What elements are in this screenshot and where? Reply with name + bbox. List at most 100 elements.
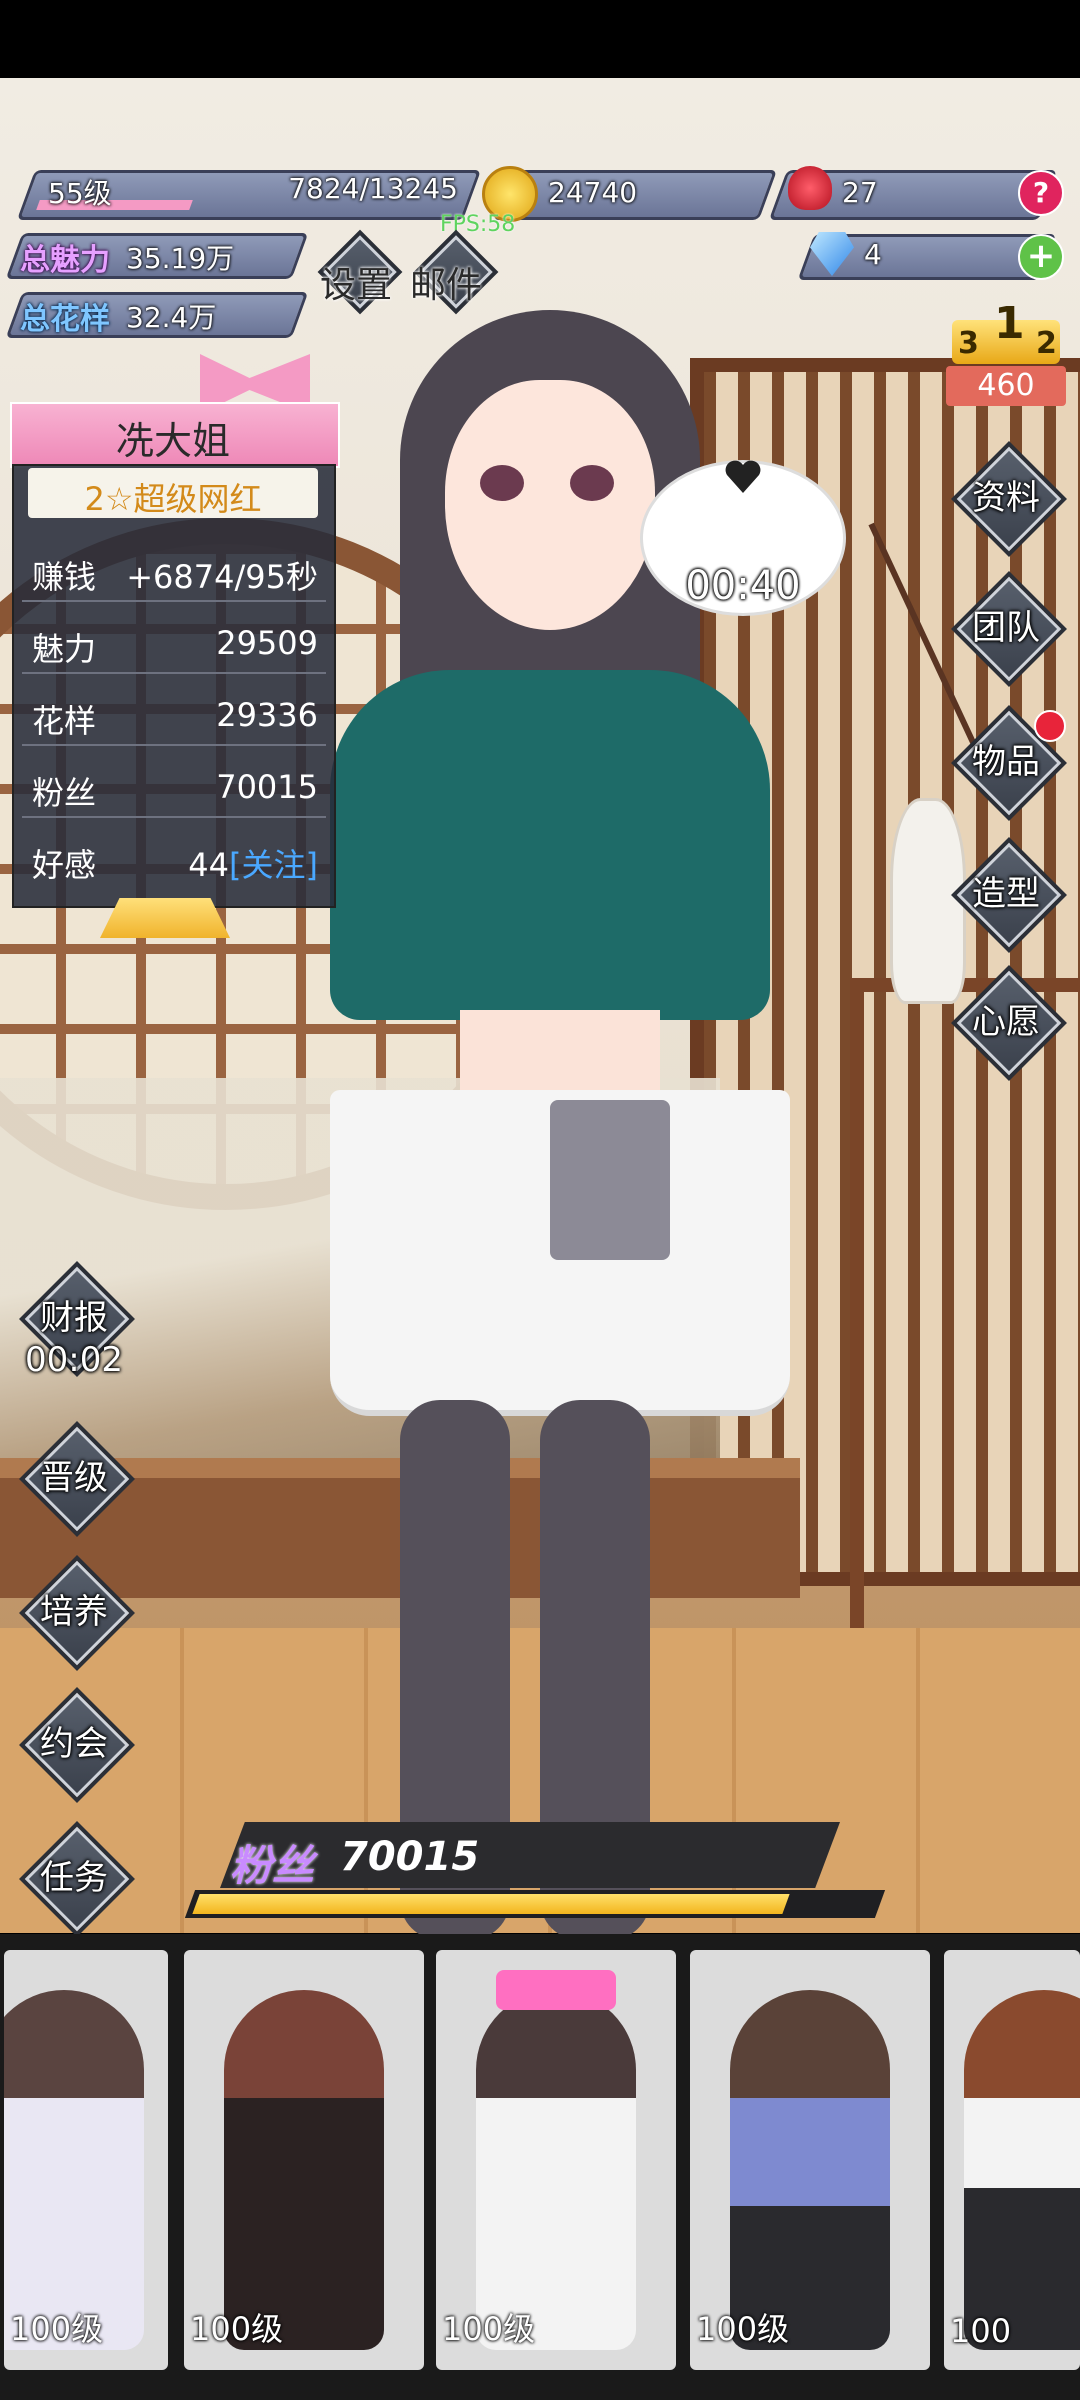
menu-train-label: 培养 xyxy=(40,1592,108,1632)
menu-task-label: 任务 xyxy=(40,1858,108,1898)
roster-level: 100级 xyxy=(442,2310,536,2348)
help-icon[interactable]: ? xyxy=(1018,170,1064,216)
stat-key: 花样 xyxy=(32,702,97,740)
roster-portrait xyxy=(4,1990,144,2350)
follow-link[interactable]: [关注] xyxy=(229,846,318,884)
stat-key: 赚钱 xyxy=(32,558,97,596)
stat-row-affection: 好感 44[关注] xyxy=(22,828,326,888)
roster-card[interactable]: 100级 xyxy=(436,1950,676,2370)
menu-team-button[interactable]: 团队 xyxy=(930,570,1080,687)
stat-value: 70015 xyxy=(216,768,318,806)
roster-portrait xyxy=(476,1990,636,2350)
pattern-label: 总花样 xyxy=(20,302,110,337)
roster-level: 100级 xyxy=(10,2310,104,2348)
stat-key: 粉丝 xyxy=(32,774,97,812)
fans-value: 70015 xyxy=(340,1834,480,1880)
thought-bubble[interactable]: 00:40 xyxy=(640,460,846,616)
stat-value-affection: 44[关注] xyxy=(188,840,318,886)
podium-second: 2 xyxy=(1036,326,1057,361)
menu-task-button[interactable]: 任务 xyxy=(0,1820,150,1937)
menu-promote-label: 晋级 xyxy=(40,1458,108,1498)
pattern-stat: 总花样 32.4万 xyxy=(5,292,309,338)
character-stats-panel: 2☆超级网红 赚钱 +6874/95秒 魅力 29509 花样 29336 粉丝… xyxy=(12,464,336,908)
character-bag xyxy=(550,1100,670,1260)
add-diamond-icon[interactable]: + xyxy=(1018,234,1064,280)
roster-card[interactable]: 100 xyxy=(944,1950,1080,2370)
rose-icon xyxy=(788,166,832,210)
menu-finance-button[interactable]: 财报 00:02 xyxy=(0,1260,150,1400)
left-menu: 财报 00:02 晋级 培养 约会 任务 xyxy=(0,1260,150,1937)
roster-portrait xyxy=(224,1990,384,2350)
menu-style-label: 造型 xyxy=(972,874,1040,914)
gold-value: 24740 xyxy=(548,176,638,209)
character-eye-right xyxy=(570,465,614,501)
menu-style-button[interactable]: 造型 xyxy=(930,836,1080,953)
fans-label: 粉丝 xyxy=(230,1841,315,1890)
stat-row-charm: 魅力 29509 xyxy=(22,612,326,674)
rose-value: 27 xyxy=(842,176,878,209)
mail-button[interactable]: 邮件 xyxy=(410,229,500,318)
roster-portrait xyxy=(730,1990,890,2350)
character-top xyxy=(330,670,770,1020)
right-menu: 资料 团队 物品 造型 心愿 xyxy=(930,440,1080,1081)
rank-podium[interactable]: 3 1 2 460 xyxy=(946,298,1066,408)
menu-team-label: 团队 xyxy=(972,608,1040,648)
menu-profile-label: 资料 xyxy=(972,478,1040,518)
pattern-value: 32.4万 xyxy=(126,301,217,334)
charm-value: 35.19万 xyxy=(126,242,235,275)
level-label: 55级 xyxy=(48,177,112,210)
roster-level: 100 xyxy=(950,2312,1012,2350)
menu-finance-label: 财报 xyxy=(40,1298,108,1338)
stat-key: 魅力 xyxy=(32,630,97,668)
menu-wish-label: 心愿 xyxy=(972,1002,1040,1042)
collapse-panel-icon[interactable] xyxy=(100,898,230,938)
notification-dot-icon xyxy=(1034,710,1066,742)
character-title: 2☆超级网红 xyxy=(84,480,262,518)
heart-icon xyxy=(723,457,763,497)
charm-label: 总魅力 xyxy=(20,243,110,278)
affection-value: 44 xyxy=(188,846,230,884)
menu-items-label: 物品 xyxy=(972,742,1040,782)
side-table xyxy=(850,978,1080,1706)
roster-portrait xyxy=(964,1990,1080,2350)
fans-bar-fill xyxy=(192,1894,790,1914)
stat-value: +6874/95秒 xyxy=(126,558,318,596)
mail-label: 邮件 xyxy=(410,265,483,306)
rank-score: 460 xyxy=(977,368,1035,403)
diamond-value: 4 xyxy=(864,238,882,271)
roster-card[interactable]: 100级 xyxy=(690,1950,930,2370)
charm-stat: 总魅力 35.19万 xyxy=(5,233,309,279)
bubble-timer: 00:40 xyxy=(685,563,801,609)
menu-items-button[interactable]: 物品 xyxy=(930,704,1080,821)
menu-profile-button[interactable]: 资料 xyxy=(930,440,1080,557)
menu-date-button[interactable]: 约会 xyxy=(0,1686,150,1803)
stat-value: 29336 xyxy=(216,696,318,734)
menu-wish-button[interactable]: 心愿 xyxy=(930,964,1080,1081)
rose-counter[interactable]: 27 ? xyxy=(768,166,1064,220)
settings-button[interactable]: 设置 xyxy=(317,229,410,318)
cat-ear-headset-icon xyxy=(496,1970,616,2010)
stat-row-pattern: 花样 29336 xyxy=(22,684,326,746)
roster-card[interactable]: 100级 xyxy=(184,1950,424,2370)
stat-value: 29509 xyxy=(216,624,318,662)
menu-promote-button[interactable]: 晋级 xyxy=(0,1420,150,1537)
gold-counter[interactable]: 24740 xyxy=(482,166,778,222)
character-eye-left xyxy=(480,465,524,501)
roster-level: 100级 xyxy=(190,2310,284,2348)
fans-progress: 粉丝 70015 xyxy=(184,1822,890,1922)
character-face xyxy=(445,380,655,630)
menu-train-button[interactable]: 培养 xyxy=(0,1554,150,1671)
stat-key: 好感 xyxy=(32,846,97,884)
exp-label: 7824/13245 xyxy=(288,172,458,205)
level-bar[interactable]: 55级 7824/13245 xyxy=(16,170,482,220)
character-name: 冼大姐 xyxy=(115,419,230,463)
podium-third: 3 xyxy=(958,326,979,361)
finance-timer: 00:02 xyxy=(25,1340,123,1380)
settings-label: 设置 xyxy=(320,265,393,306)
menu-date-label: 约会 xyxy=(40,1724,108,1764)
stat-row-earn: 赚钱 +6874/95秒 xyxy=(22,540,326,602)
roster-card[interactable]: 100级 xyxy=(4,1950,168,2370)
roster-level: 100级 xyxy=(696,2310,790,2348)
podium-first: 1 xyxy=(994,298,1025,349)
diamond-counter[interactable]: 4 + xyxy=(797,232,1064,280)
